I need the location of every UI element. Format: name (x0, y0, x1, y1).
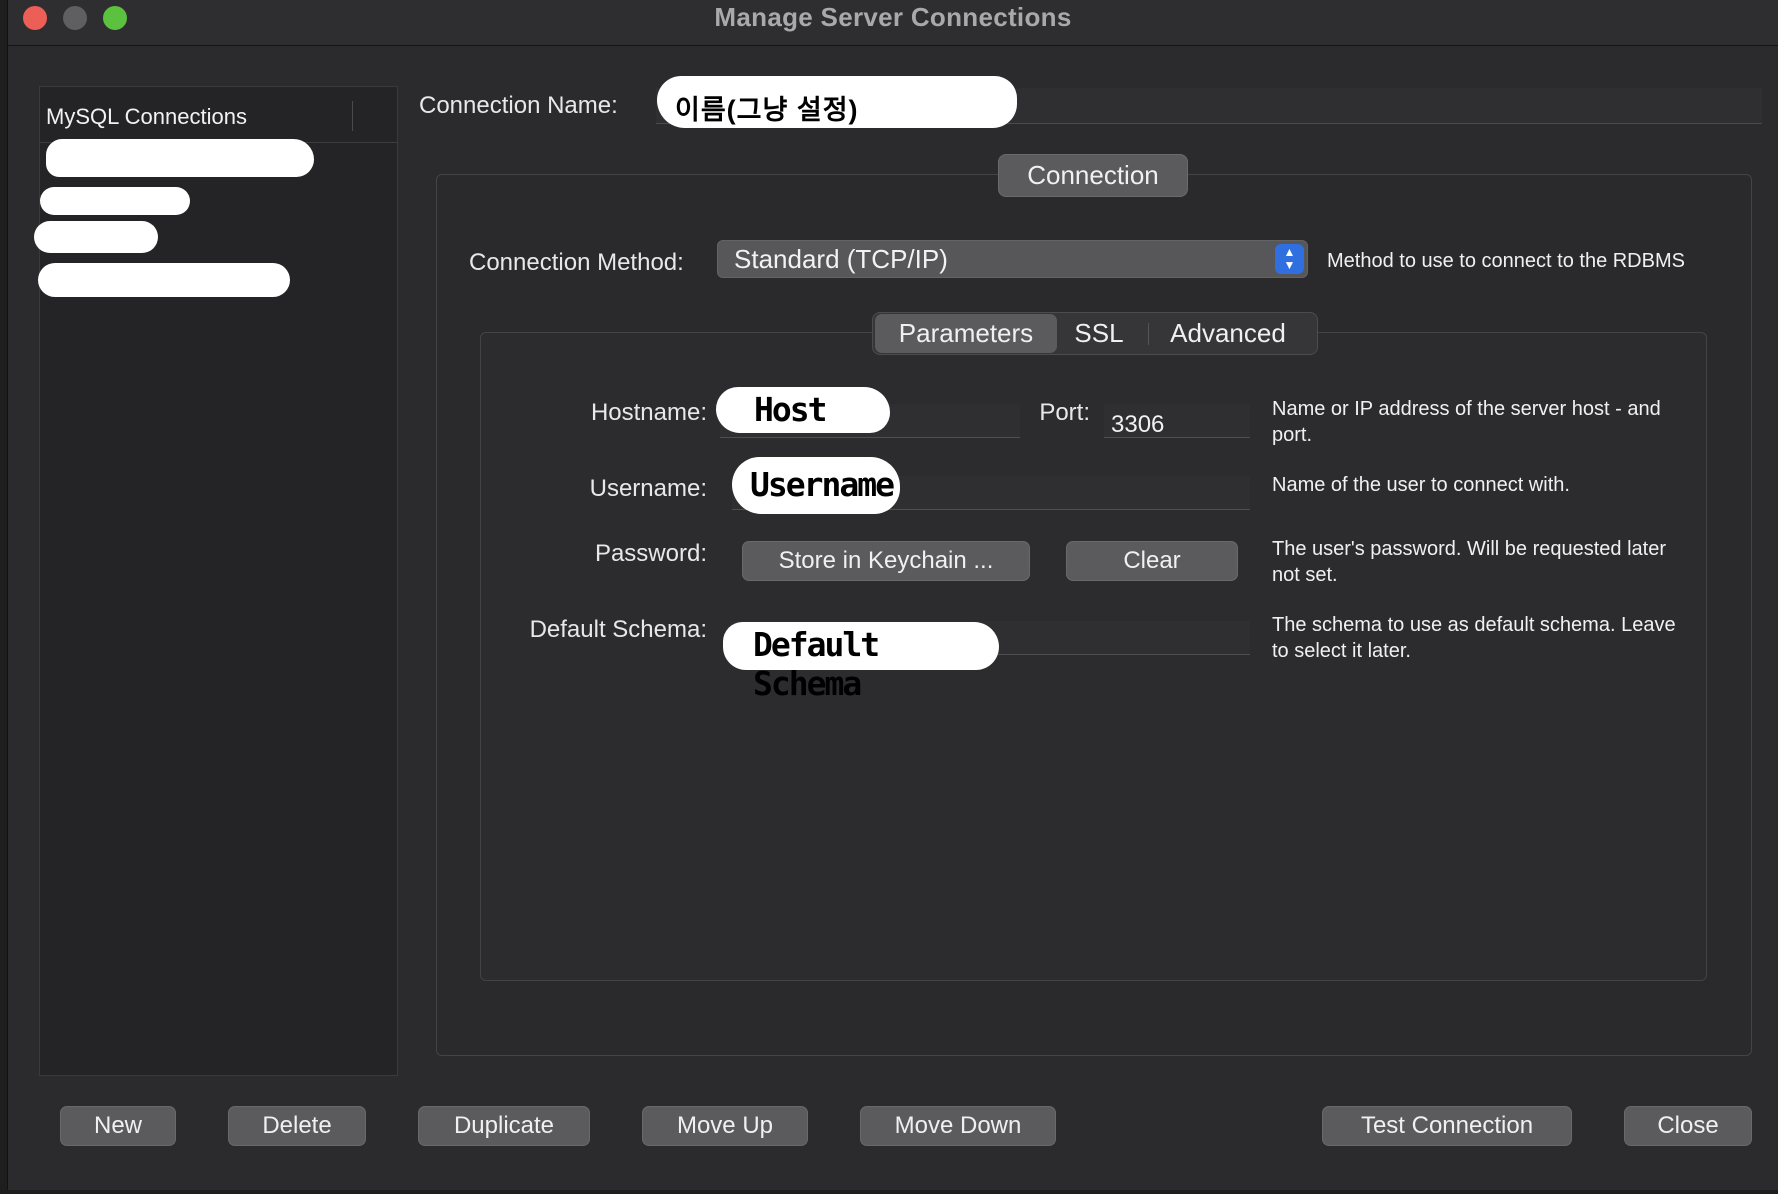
delete-connection-button[interactable]: Delete (228, 1106, 366, 1146)
username-value[interactable]: Username (732, 457, 900, 514)
username-label: Username: (589, 475, 707, 502)
duplicate-connection-button[interactable]: Duplicate (418, 1106, 590, 1146)
connection-method-label: Connection Method: (469, 249, 684, 276)
connection-name-value[interactable]: 이름(그냥 설정) (657, 76, 1017, 128)
new-connection-button[interactable]: New (60, 1106, 176, 1146)
connection-name-label: Connection Name: (419, 92, 618, 119)
connection-method-description: Method to use to connect to the RDBMS (1327, 250, 1685, 272)
settings-tabs: Parameters SSL Advanced (872, 312, 1318, 355)
move-down-button[interactable]: Move Down (860, 1106, 1056, 1146)
store-in-keychain-button[interactable]: Store in Keychain ... (742, 541, 1030, 581)
port-label: Port: (1039, 399, 1090, 426)
list-item[interactable] (40, 187, 190, 215)
tab-connection[interactable]: Connection (998, 154, 1188, 197)
default-schema-description-line2: to select it later. (1272, 640, 1411, 662)
username-description: Name of the user to connect with. (1272, 474, 1570, 496)
connection-method-value: Standard (TCP/IP) (734, 244, 948, 274)
close-button[interactable]: Close (1624, 1106, 1752, 1146)
list-item[interactable] (46, 139, 314, 177)
hostname-description-line1: Name or IP address of the server host - … (1272, 398, 1661, 420)
list-item[interactable] (38, 263, 290, 297)
list-item[interactable] (34, 221, 158, 253)
column-separator (352, 101, 353, 131)
test-connection-button[interactable]: Test Connection (1322, 1106, 1572, 1146)
connections-list-header: MySQL Connections (40, 87, 397, 143)
port-value: 3306 (1111, 411, 1165, 438)
default-schema-value[interactable]: Default Schema (723, 622, 999, 703)
title-bar: Manage Server Connections (8, 0, 1778, 46)
password-label: Password: (594, 540, 707, 567)
hostname-label: Hostname: (590, 399, 707, 426)
connections-list-title: MySQL Connections (46, 104, 247, 129)
hostname-description-line2: port. (1272, 424, 1313, 446)
tab-ssl[interactable]: SSL (1063, 313, 1135, 354)
default-schema-description-line1: The schema to use as default schema. Lea… (1272, 614, 1676, 636)
default-schema-label: Default Schema: (529, 616, 707, 643)
clear-password-button[interactable]: Clear (1066, 541, 1238, 581)
tab-parameters[interactable]: Parameters (875, 314, 1057, 353)
chevron-up-down-icon[interactable]: ▲ ▼ (1275, 244, 1304, 274)
password-description-line1: The user's password. Will be requested l… (1272, 538, 1666, 560)
connection-method-select[interactable]: Standard (TCP/IP) ▲ ▼ (717, 240, 1308, 278)
tab-advanced[interactable]: Advanced (1143, 313, 1313, 354)
hostname-value[interactable]: Host (716, 387, 890, 433)
move-up-button[interactable]: Move Up (642, 1106, 808, 1146)
connections-list[interactable]: MySQL Connections (34, 86, 398, 1076)
window-title: Manage Server Connections (714, 2, 1072, 32)
password-description-line2: not set. (1272, 564, 1338, 586)
